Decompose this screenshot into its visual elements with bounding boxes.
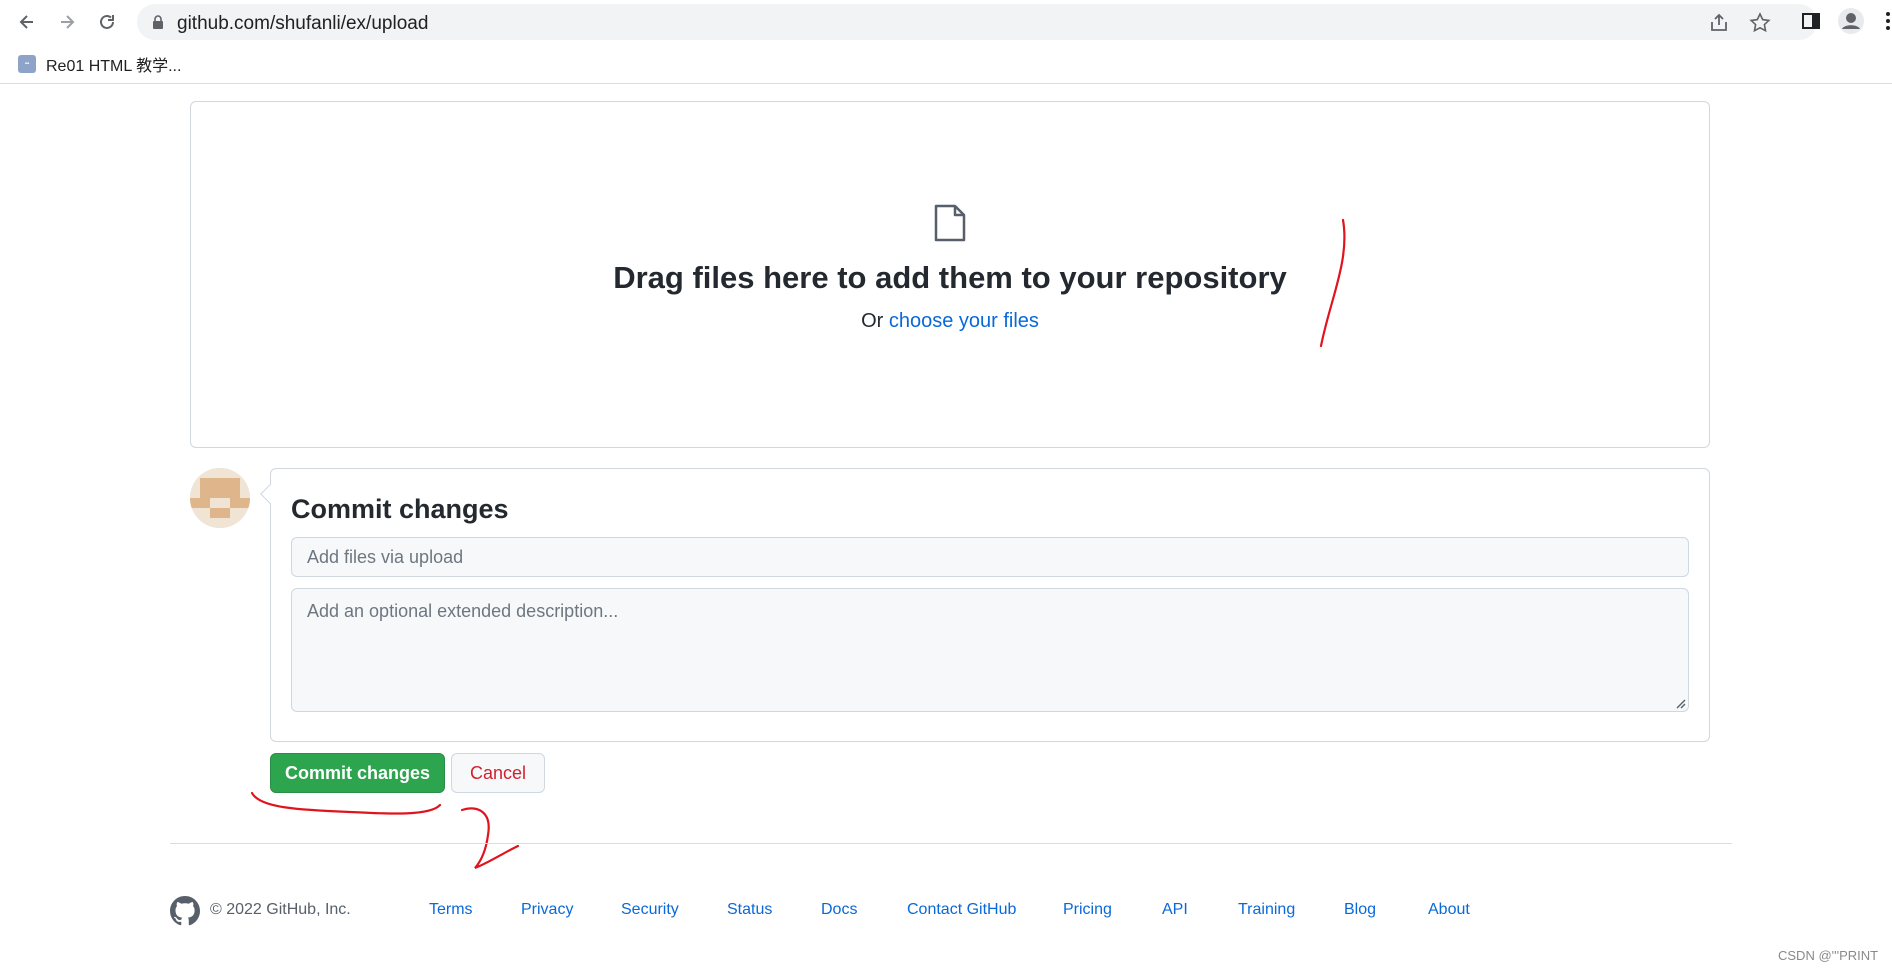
bookmark-item[interactable]: ▪▪ Re01 HTML 教学... [18,52,181,76]
footer-link-contact[interactable]: Contact GitHub [907,901,1016,919]
share-icon[interactable] [1708,12,1730,34]
footer-links: Terms Privacy Security Status Docs Conta… [0,901,1892,923]
annotation-arrow [460,807,520,870]
file-icon [934,204,966,242]
footer-link-api[interactable]: API [1162,901,1188,919]
address-bar[interactable]: github.com/shufanli/ex/upload [137,4,1817,40]
bookmark-favicon-icon: ▪▪ [18,55,36,73]
reload-button[interactable] [92,7,122,37]
footer-link-status[interactable]: Status [727,901,772,919]
side-panel-icon[interactable] [1801,11,1821,31]
bookmarks-bar: ▪▪ Re01 HTML 教学... [0,44,1892,84]
commit-heading: Commit changes [291,494,509,524]
commit-changes-button[interactable]: Commit changes [270,753,445,793]
bookmark-star-icon[interactable] [1749,12,1771,34]
bookmark-label: Re01 HTML 教学... [46,58,182,75]
dropzone-title: Drag files here to add them to your repo… [613,260,1287,295]
forward-button[interactable] [52,7,82,37]
footer-link-security[interactable]: Security [621,901,679,919]
watermark: CSDN @'''PRINT [1778,948,1879,963]
dropzone-prefix: Or [861,310,884,332]
identicon-icon [190,468,250,528]
menu-kebab-icon[interactable] [1884,10,1892,32]
browser-toolbar: github.com/shufanli/ex/upload [0,0,1892,44]
commit-description-input[interactable] [291,588,1689,712]
footer-link-pricing[interactable]: Pricing [1063,901,1112,919]
footer-link-training[interactable]: Training [1238,901,1295,919]
speech-arrow [260,484,280,504]
back-button[interactable] [12,7,42,37]
choose-files-link[interactable]: choose your files [889,310,1039,332]
avatar [190,468,250,528]
footer-link-privacy[interactable]: Privacy [521,901,573,919]
commit-summary-input[interactable] [291,537,1689,577]
forward-arrow-icon [61,15,75,29]
profile-avatar-icon[interactable] [1837,7,1865,35]
footer-link-docs[interactable]: Docs [821,901,857,919]
footer-link-blog[interactable]: Blog [1344,901,1376,919]
footer-link-terms[interactable]: Terms [429,901,473,919]
url-text: github.com/shufanli/ex/upload [177,13,429,34]
resize-grip-icon[interactable] [1674,697,1686,709]
footer-divider [170,843,1732,844]
annotation-underline [250,791,442,815]
dropzone-subtitle: Or choose your files [190,310,1710,333]
cancel-button[interactable]: Cancel [451,753,545,793]
back-arrow-icon [19,15,33,29]
reload-icon [100,14,114,29]
footer-link-about[interactable]: About [1428,901,1470,919]
lock-icon [153,15,163,29]
